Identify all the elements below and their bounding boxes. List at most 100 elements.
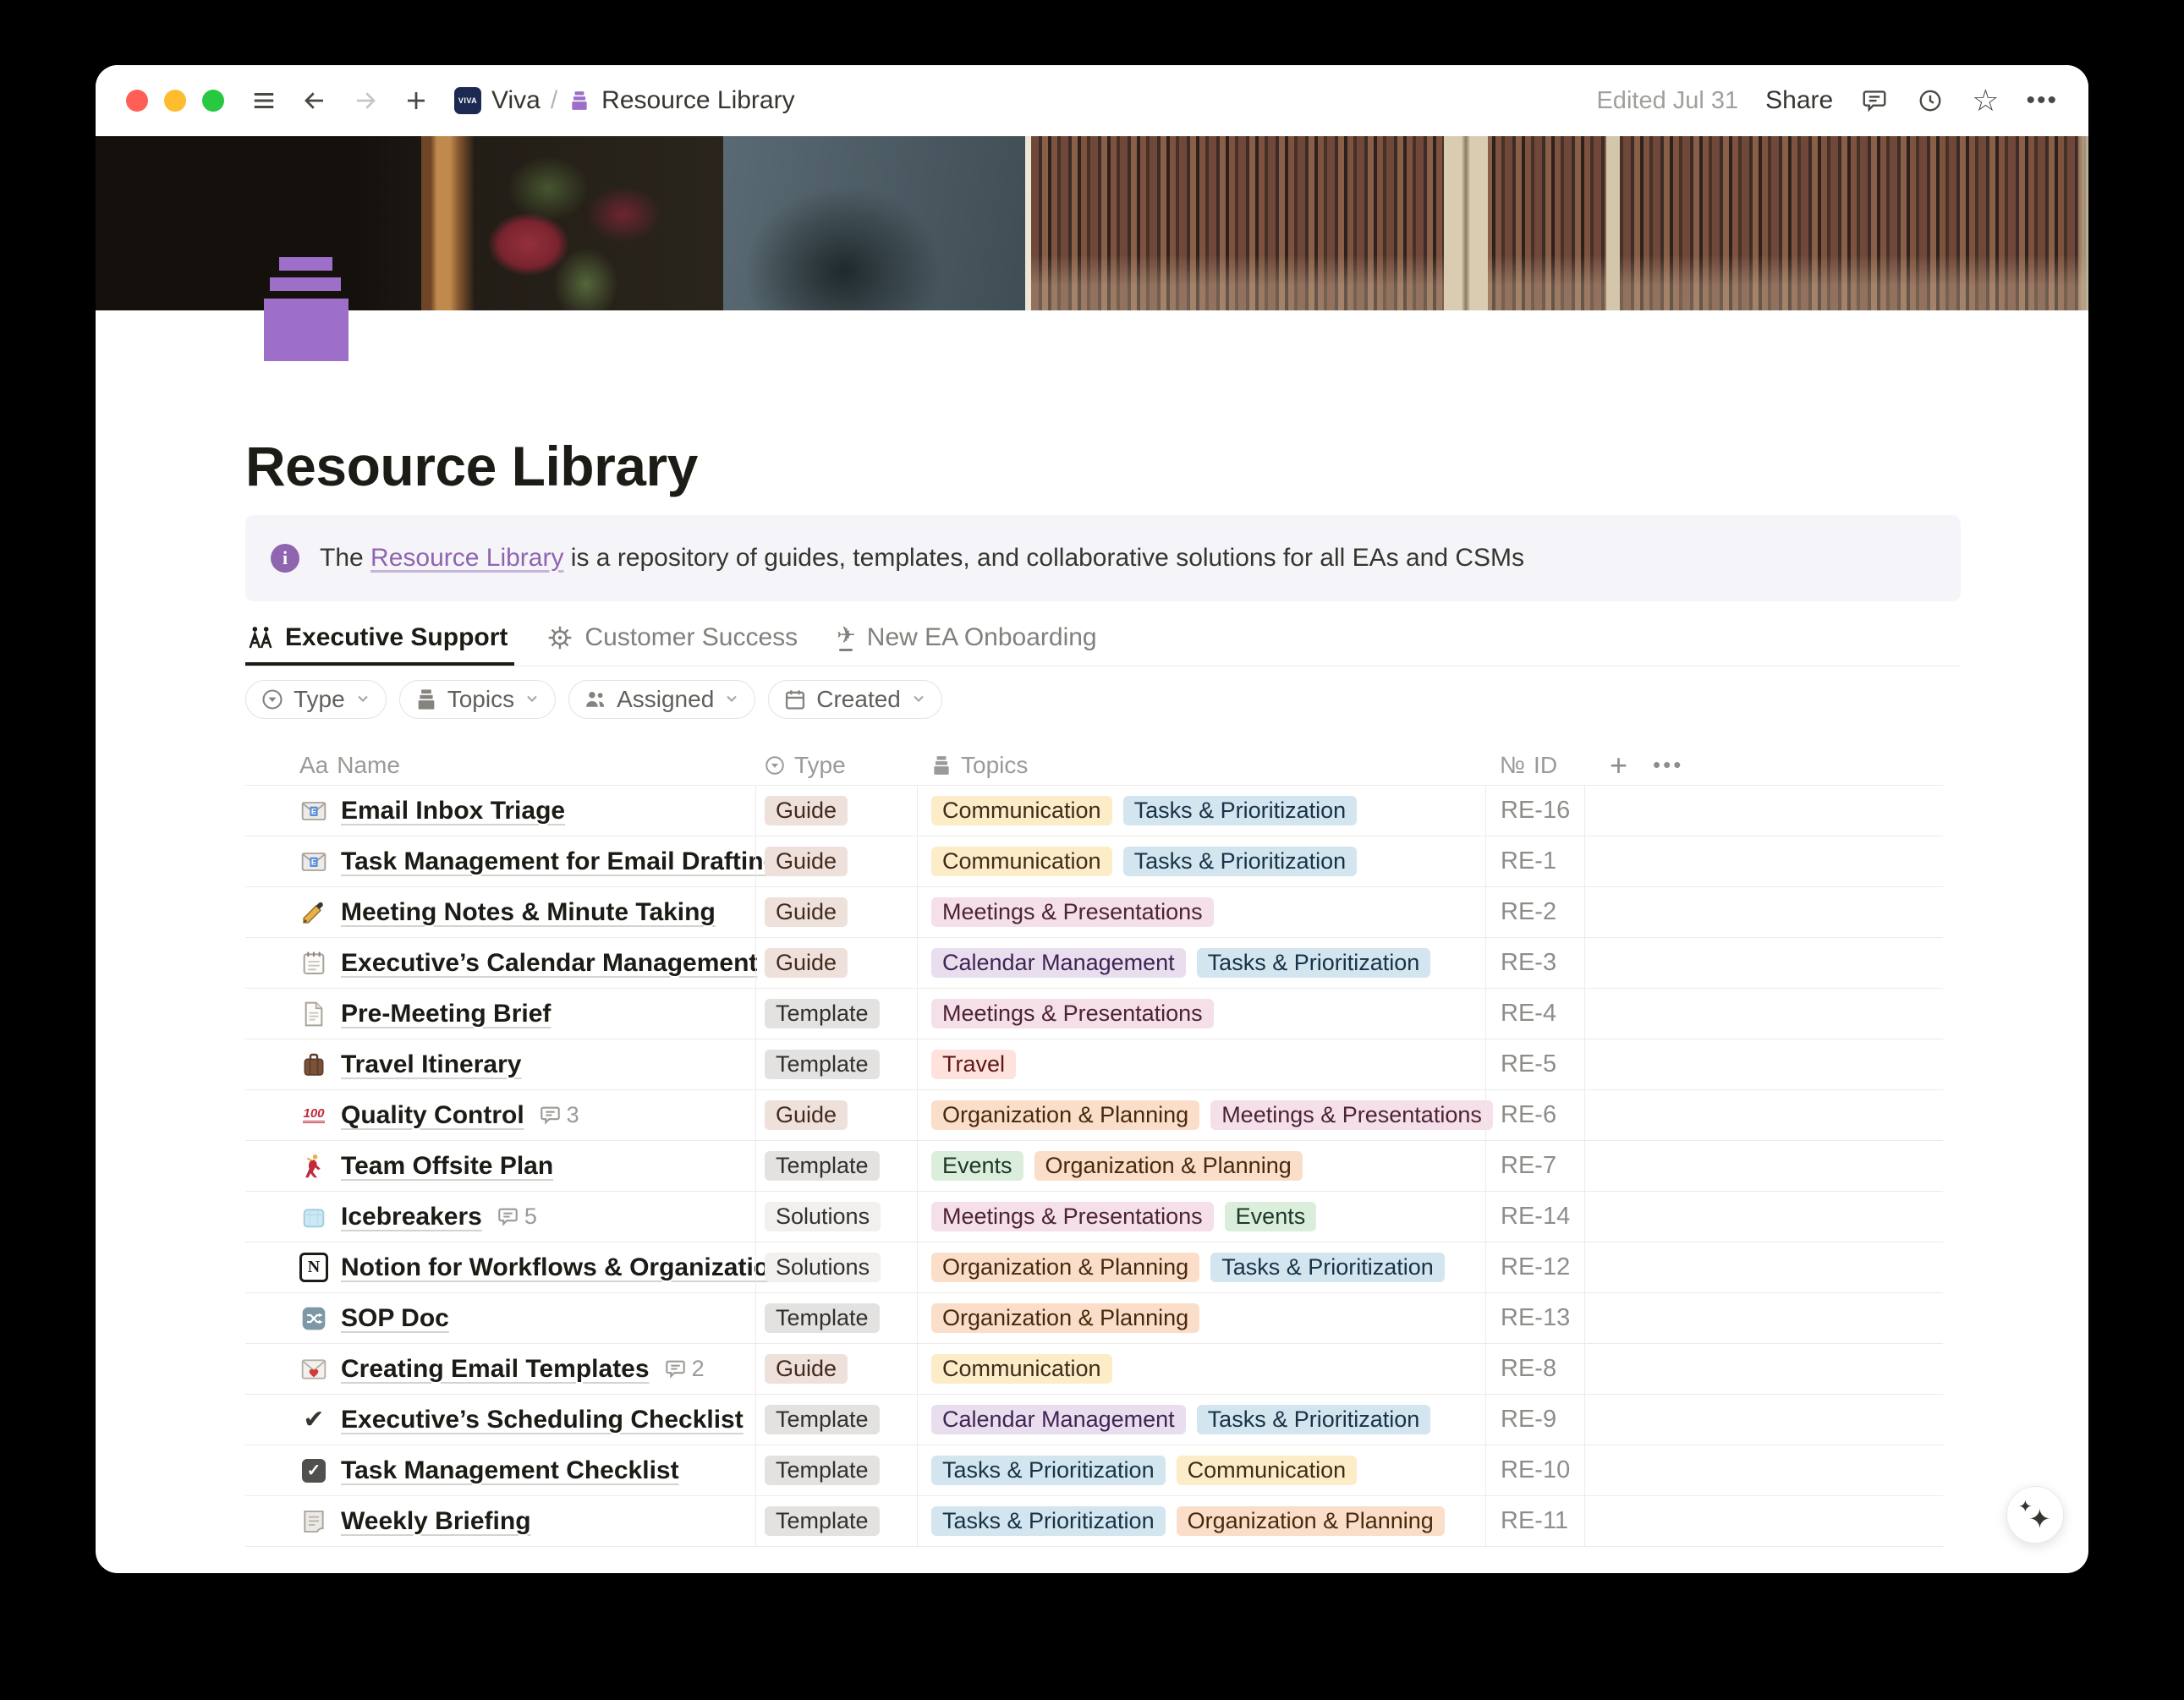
row-id[interactable]: RE-3 (1501, 949, 1556, 977)
type-tag[interactable]: Solutions (765, 1202, 881, 1231)
topic-tag[interactable]: Calendar Management (931, 1405, 1186, 1434)
topic-tag[interactable]: Meetings & Presentations (931, 1202, 1214, 1231)
type-tag[interactable]: Template (765, 1405, 880, 1434)
zoom-window-button[interactable] (202, 90, 224, 112)
workspace-logo[interactable]: VIVA (454, 87, 481, 114)
breadcrumb-workspace[interactable]: Viva (491, 86, 541, 115)
table-row[interactable]: 100 Quality Control 3 Guide Organization… (245, 1089, 1943, 1140)
row-id[interactable]: RE-13 (1501, 1304, 1570, 1332)
page-link[interactable]: Email Inbox Triage (341, 797, 565, 825)
header-topics[interactable]: Topics (917, 745, 1485, 785)
type-tag[interactable]: Guide (765, 796, 848, 825)
page-link[interactable]: Creating Email Templates (341, 1355, 650, 1384)
topic-tag[interactable]: Organization & Planning (1034, 1151, 1303, 1181)
topic-tag[interactable]: Tasks & Prioritization (931, 1456, 1166, 1485)
row-id[interactable]: RE-5 (1501, 1050, 1556, 1078)
topic-tag[interactable]: Communication (931, 1354, 1112, 1384)
table-row[interactable]: ✓ Task Management Checklist Template Tas… (245, 1445, 1943, 1495)
type-tag[interactable]: Template (765, 1456, 880, 1485)
topic-tag[interactable]: Communication (931, 847, 1112, 876)
row-id[interactable]: RE-2 (1501, 898, 1556, 926)
close-window-button[interactable] (126, 90, 148, 112)
filter-type[interactable]: Type (245, 680, 387, 719)
type-tag[interactable]: Template (765, 1151, 880, 1181)
topic-tag[interactable]: Tasks & Prioritization (1197, 1405, 1431, 1434)
page-link[interactable]: Task Management for Email Drafting (341, 847, 779, 876)
table-row[interactable]: Meeting Notes & Minute Taking Guide Meet… (245, 886, 1943, 937)
page-link[interactable]: Executive’s Calendar Management (341, 949, 757, 978)
minimize-window-button[interactable] (164, 90, 186, 112)
comment-count-badge[interactable]: 5 (497, 1204, 537, 1230)
row-id[interactable]: RE-1 (1501, 847, 1556, 875)
page-title[interactable]: Resource Library (245, 434, 1961, 498)
type-tag[interactable]: Template (765, 1050, 880, 1079)
filter-assigned[interactable]: Assigned (568, 680, 755, 719)
tab-new-ea-onboarding[interactable]: ✈ New EA Onboarding (835, 623, 1103, 666)
page-link[interactable]: Quality Control (341, 1101, 524, 1130)
topic-tag[interactable]: Events (1225, 1202, 1317, 1231)
row-id[interactable]: RE-7 (1501, 1152, 1556, 1180)
back-icon[interactable] (300, 86, 329, 115)
topic-tag[interactable]: Travel (931, 1050, 1016, 1079)
page-link[interactable]: Weekly Briefing (341, 1507, 531, 1536)
row-id[interactable]: RE-16 (1501, 797, 1570, 825)
header-type[interactable]: Type (755, 745, 917, 785)
breadcrumb-page[interactable]: Resource Library (601, 86, 794, 115)
table-row[interactable]: N Notion for Workflows & Organization So… (245, 1242, 1943, 1292)
page-archive-icon[interactable] (264, 257, 352, 362)
type-tag[interactable]: Solutions (765, 1253, 881, 1282)
filter-created[interactable]: Created (768, 680, 942, 719)
table-row[interactable]: E Task Management for Email Drafting Gui… (245, 836, 1943, 886)
page-link[interactable]: Pre-Meeting Brief (341, 1000, 551, 1028)
type-tag[interactable]: Guide (765, 1100, 848, 1130)
table-row[interactable]: Travel Itinerary Template Travel RE-5 (245, 1039, 1943, 1089)
row-id[interactable]: RE-8 (1501, 1355, 1556, 1383)
page-link[interactable]: Executive’s Scheduling Checklist (341, 1406, 744, 1434)
topic-tag[interactable]: Meetings & Presentations (931, 999, 1214, 1028)
topic-tag[interactable]: Organization & Planning (931, 1303, 1199, 1333)
topic-tag[interactable]: Tasks & Prioritization (1197, 948, 1431, 978)
type-tag[interactable]: Template (765, 999, 880, 1028)
row-id[interactable]: RE-14 (1501, 1203, 1570, 1231)
topic-tag[interactable]: Meetings & Presentations (1210, 1100, 1493, 1130)
forward-icon[interactable] (351, 86, 380, 115)
topic-tag[interactable]: Tasks & Prioritization (1123, 796, 1358, 825)
table-row[interactable]: E Email Inbox Triage Guide Communication… (245, 785, 1943, 836)
table-row[interactable]: Creating Email Templates 2 Guide Communi… (245, 1343, 1943, 1394)
page-link[interactable]: Notion for Workflows & Organization (341, 1253, 784, 1282)
topic-tag[interactable]: Calendar Management (931, 948, 1186, 978)
table-row[interactable]: Executive’s Calendar Management 1 Guide … (245, 937, 1943, 988)
type-tag[interactable]: Template (765, 1506, 880, 1536)
new-tab-icon[interactable] (402, 86, 431, 115)
table-row[interactable]: Pre-Meeting Brief Template Meetings & Pr… (245, 988, 1943, 1039)
topic-tag[interactable]: Events (931, 1151, 1023, 1181)
page-link[interactable]: Travel Itinerary (341, 1050, 521, 1079)
row-id[interactable]: RE-10 (1501, 1456, 1570, 1484)
comment-count-badge[interactable]: 3 (540, 1102, 579, 1128)
row-id[interactable]: RE-4 (1501, 1000, 1556, 1028)
topic-tag[interactable]: Communication (931, 796, 1112, 825)
type-tag[interactable]: Guide (765, 1354, 848, 1384)
topic-tag[interactable]: Organization & Planning (931, 1100, 1199, 1130)
topic-tag[interactable]: Organization & Planning (931, 1253, 1199, 1282)
page-link[interactable]: SOP Doc (341, 1304, 449, 1333)
filter-topics[interactable]: Topics (399, 680, 556, 719)
table-row[interactable]: Icebreakers 5 Solutions Meetings & Prese… (245, 1191, 1943, 1242)
add-property-button[interactable]: + (1610, 748, 1627, 783)
topic-tag[interactable]: Tasks & Prioritization (1210, 1253, 1445, 1282)
table-row[interactable]: Team Offsite Plan Template Events Organi… (245, 1140, 1943, 1191)
topic-tag[interactable]: Tasks & Prioritization (1123, 847, 1358, 876)
row-id[interactable]: RE-12 (1501, 1253, 1570, 1281)
type-tag[interactable]: Guide (765, 847, 848, 876)
topic-tag[interactable]: Tasks & Prioritization (931, 1506, 1166, 1536)
page-link[interactable]: Icebreakers (341, 1203, 482, 1231)
table-row[interactable]: Weekly Briefing Template Tasks & Priorit… (245, 1495, 1943, 1547)
type-tag[interactable]: Guide (765, 948, 848, 978)
notion-ai-button[interactable]: ✦ ✦ (2006, 1486, 2064, 1544)
favorite-star-icon[interactable]: ☆ (1972, 85, 1999, 116)
topic-tag[interactable]: Meetings & Presentations (931, 897, 1214, 927)
history-clock-icon[interactable] (1916, 86, 1945, 115)
table-row[interactable]: ✔ Executive’s Scheduling Checklist Templ… (245, 1394, 1943, 1445)
table-row[interactable]: SOP Doc Template Organization & Planning… (245, 1292, 1943, 1343)
type-tag[interactable]: Guide (765, 897, 848, 927)
